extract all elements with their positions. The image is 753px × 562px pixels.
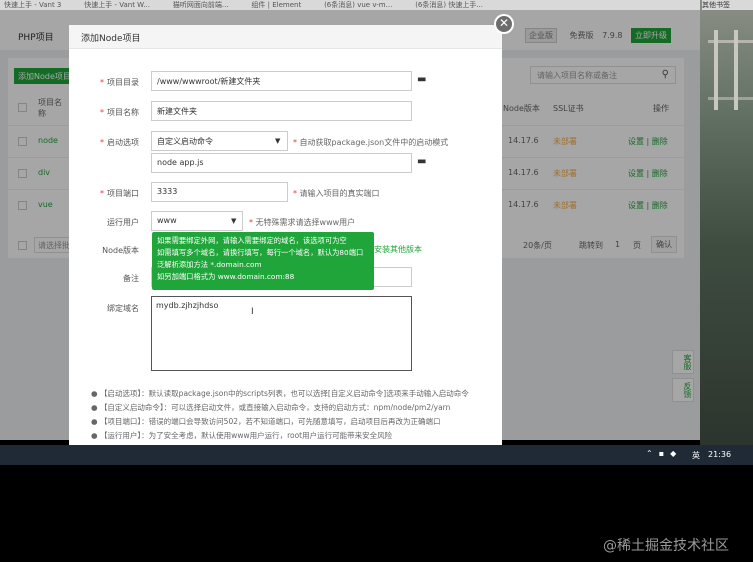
remark-label: 备注 <box>123 274 139 283</box>
chevron-down-icon[interactable]: ▼ <box>275 137 280 145</box>
browser-bookmark-bar: 快速上手 - Vant 3 快速上手 - Vant W... 猫听网面向前端..… <box>0 0 700 10</box>
bookmark-0[interactable]: 快速上手 - Vant 3 <box>0 0 77 10</box>
user-hint: * 无特殊需求请选择www用户 <box>249 218 356 227</box>
start-hint: * 自动获取package.json文件中的启动模式 <box>293 138 449 147</box>
run-user-select[interactable]: www <box>151 211 243 231</box>
note-item: ● 【运行用户】：为了安全考虑，默认使用www用户运行，root用户运行可能带来… <box>91 431 393 440</box>
domain-label: 绑定域名 <box>107 304 139 313</box>
project-port-input[interactable]: 3333 <box>151 182 288 202</box>
ime-indicator[interactable]: 英 <box>692 450 700 461</box>
bookmark-2[interactable]: 猫听网面向前端... <box>169 0 245 10</box>
name-label: * 项目名称 <box>100 108 139 117</box>
start-command-input[interactable]: node app.js <box>151 153 412 173</box>
note-item: ● 【启动选项】：默认读取package.json中的scripts列表，也可以… <box>91 389 469 398</box>
tray-icons[interactable]: ⌃▪◆ <box>646 449 682 458</box>
note-item: ● 【项目端口】：错误的端口会导致访问502，若不知道端口，可先随意填写，启动项… <box>91 417 441 426</box>
add-node-project-dialog: 添加Node项目 * 项目目录 /www/wwwroot/新建文件夹 ▬ * 项目名… <box>69 25 502 445</box>
tooltip-line: 如另加端口格式为 www.domain.com:88 <box>157 272 295 281</box>
bind-domain-textarea[interactable]: mydb.zjhzjhdso <box>151 296 412 371</box>
start-label: * 启动选项 <box>100 138 139 147</box>
tooltip-line: 如果需要绑定外网，请输入需要绑定的域名，该选项可为空 <box>157 236 347 245</box>
port-hint: * 请输入项目的真实端口 <box>293 189 380 198</box>
dir-label: * 项目目录 <box>100 78 139 87</box>
text-cursor-icon: I <box>251 307 254 317</box>
bookmark-1[interactable]: 快速上手 - Vant W... <box>80 0 166 10</box>
dialog-title: 添加Node项目 <box>81 34 141 44</box>
close-icon[interactable]: ✕ <box>494 14 514 34</box>
help-notes: ● 【启动选项】：默认读取package.json中的scripts列表，也可以… <box>91 387 491 443</box>
tooltip-line: 泛解析添加方法 *.domain.com <box>157 260 262 269</box>
user-label: 运行用户 <box>107 218 139 227</box>
start-option-select[interactable]: 自定义启动命令 <box>151 131 288 151</box>
wallpaper-post <box>714 30 718 110</box>
wallpaper-post <box>734 30 738 110</box>
install-other-version-link[interactable]: 安装其他版本 <box>374 244 422 255</box>
bookmark-4[interactable]: (6条消息) vue v-m... <box>320 0 408 10</box>
project-name-input[interactable]: 新建文件夹 <box>151 101 412 121</box>
os-taskbar: ⌃▪◆ 英 21:36 <box>0 445 753 465</box>
bookmark-5[interactable]: (6条消息) 快速上手... <box>411 0 499 10</box>
project-dir-input[interactable]: /www/wwwroot/新建文件夹 <box>151 71 412 91</box>
other-bookmarks[interactable]: 其他书签 <box>702 0 753 10</box>
desktop-wallpaper: 其他书签 <box>700 0 753 445</box>
domain-tooltip: 如果需要绑定外网，请输入需要绑定的域名，该选项可为空 如需填写多个域名，请换行填… <box>152 232 374 290</box>
bookmark-3[interactable]: 组件 | Element <box>247 0 317 10</box>
dialog-title-bar: 添加Node项目 <box>69 25 502 49</box>
folder-icon[interactable]: ▬ <box>417 156 426 167</box>
clock[interactable]: 21:36 <box>708 450 731 459</box>
port-label: * 项目端口 <box>100 189 139 198</box>
node-label: Node版本 <box>102 246 139 255</box>
chevron-down-icon[interactable]: ▼ <box>231 217 236 225</box>
note-item: ● 【自定义启动命令】：可以选择启动文件，或直接输入启动命令，支持的启动方式：n… <box>91 403 451 412</box>
watermark: @稀土掘金技术社区 <box>603 538 729 554</box>
folder-icon[interactable]: ▬ <box>417 74 426 85</box>
tooltip-line: 如需填写多个域名，请换行填写，每行一个域名，默认为80端口 <box>157 248 364 257</box>
